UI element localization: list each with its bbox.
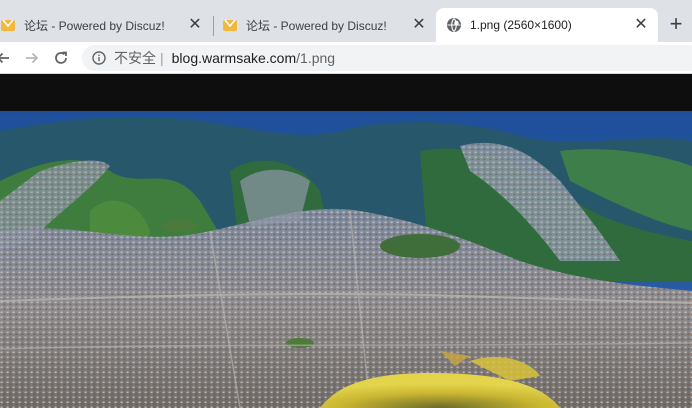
- back-button[interactable]: [0, 47, 14, 69]
- aerial-city-valley-photo: [0, 111, 692, 408]
- address-bar[interactable]: 不安全 | blog.warmsake.com/1.png: [82, 45, 692, 71]
- forward-arrow-icon: [26, 52, 39, 64]
- tab-title: 论坛 - Powered by Discuz!: [246, 18, 387, 33]
- forward-button[interactable]: [21, 47, 43, 69]
- tab-close-icon[interactable]: ✕: [632, 16, 650, 34]
- info-circle-icon[interactable]: [92, 51, 106, 65]
- security-status-label: 不安全: [114, 50, 156, 66]
- tab-title: 1.png (2560×1600): [470, 18, 572, 32]
- tab-close-icon[interactable]: ✕: [186, 16, 204, 34]
- new-tab-button[interactable]: +: [664, 12, 688, 36]
- tab-strip: 论坛 - Powered by Discuz! ✕ 论坛 - Powered b…: [0, 0, 692, 42]
- discuz-favicon-icon: [223, 19, 237, 31]
- discuz-favicon-icon: [1, 19, 15, 31]
- tab-close-icon[interactable]: ✕: [410, 16, 428, 34]
- browser-toolbar: 不安全 | blog.warmsake.com/1.png: [0, 42, 692, 74]
- url-host: blog.warmsake.com: [171, 50, 297, 66]
- tab-discuz-1[interactable]: 论坛 - Powered by Discuz! ✕: [0, 8, 212, 42]
- url-separator: |: [160, 50, 164, 66]
- reload-button[interactable]: [50, 47, 72, 69]
- reload-icon: [55, 51, 67, 64]
- url-path: /1.png: [296, 50, 336, 66]
- tab-discuz-2[interactable]: 论坛 - Powered by Discuz! ✕: [214, 8, 436, 42]
- page-viewport: [0, 74, 692, 408]
- tab-title: 论坛 - Powered by Discuz!: [24, 18, 165, 33]
- tab-image-active[interactable]: 1.png (2560×1600) ✕: [436, 8, 658, 42]
- back-arrow-icon: [0, 52, 9, 64]
- globe-icon: [447, 18, 461, 32]
